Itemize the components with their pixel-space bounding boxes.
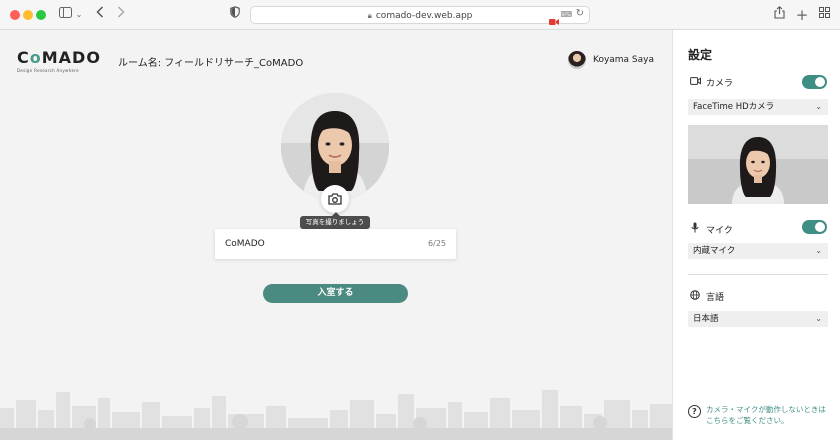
enter-room-button[interactable]: 入室する bbox=[263, 284, 408, 303]
mic-label: マイク bbox=[706, 225, 733, 236]
close-window-button[interactable] bbox=[10, 10, 20, 20]
chevron-down-icon: ⌄ bbox=[815, 246, 822, 255]
url-text: comado-dev.web.app bbox=[375, 11, 473, 21]
language-select[interactable]: 日本語 ⌄ bbox=[688, 311, 828, 327]
question-circle-icon: ? bbox=[688, 405, 701, 418]
camera-toggle-knob bbox=[815, 77, 825, 87]
globe-icon bbox=[688, 290, 702, 303]
help-text: カメラ・マイクが動作しないときはこちらをご覧ください。 bbox=[706, 405, 826, 425]
city-skyline-illustration bbox=[0, 390, 672, 440]
mic-toggle[interactable] bbox=[802, 220, 827, 234]
camera-label: カメラ bbox=[706, 79, 734, 89]
new-tab-icon[interactable]: + bbox=[795, 6, 809, 24]
camera-preview bbox=[688, 125, 828, 204]
help-link[interactable]: ? カメラ・マイクが動作しないときはこちらをご覧ください。 bbox=[688, 404, 833, 426]
tab-overview-icon[interactable] bbox=[817, 6, 831, 24]
microphone-icon bbox=[688, 222, 702, 236]
video-camera-icon bbox=[688, 77, 702, 88]
character-counter: 6/25 bbox=[428, 239, 446, 248]
language-label: 言語 bbox=[706, 293, 725, 303]
avatar bbox=[567, 51, 586, 69]
user-profile[interactable]: Koyama Saya bbox=[567, 50, 654, 70]
language-row: 言語 bbox=[688, 290, 724, 303]
zoom-window-button[interactable] bbox=[36, 10, 46, 20]
reload-icon[interactable]: ↻ bbox=[576, 8, 584, 19]
shield-icon[interactable] bbox=[228, 6, 242, 24]
browser-toolbar: ⌄ 🔒︎ comado-dev.web.app ⌨ ↻ + bbox=[0, 0, 840, 30]
chevron-down-icon: ⌄ bbox=[815, 102, 822, 111]
chevron-down-icon: ⌄ bbox=[815, 314, 822, 323]
comado-logo: CoMADO Design Research Anywhere bbox=[17, 48, 101, 73]
camera-active-icon[interactable] bbox=[549, 11, 559, 30]
logo-letter-c: C bbox=[17, 48, 30, 67]
mic-toggle-knob bbox=[815, 222, 825, 232]
lock-icon: 🔒︎ bbox=[367, 11, 372, 20]
display-name-value: CoMADO bbox=[225, 239, 265, 249]
user-name: Koyama Saya bbox=[592, 55, 654, 65]
logo-subtitle: Design Research Anywhere bbox=[17, 68, 79, 73]
address-bar[interactable]: 🔒︎ comado-dev.web.app ⌨ ↻ bbox=[250, 6, 590, 25]
take-photo-button[interactable] bbox=[321, 185, 349, 213]
mic-row: マイク bbox=[688, 222, 733, 236]
mic-device: 内蔵マイク bbox=[693, 246, 736, 256]
back-button[interactable] bbox=[94, 6, 106, 24]
share-icon[interactable] bbox=[772, 6, 786, 24]
mic-select[interactable]: 内蔵マイク ⌄ bbox=[688, 243, 828, 259]
main-area: CoMADO Design Research Anywhere ルーム名: フィ… bbox=[0, 30, 672, 440]
sidebar-toggle-icon[interactable] bbox=[57, 6, 73, 24]
camera-toggle[interactable] bbox=[802, 75, 827, 89]
settings-title: 設定 bbox=[688, 48, 713, 62]
minimize-window-button[interactable] bbox=[23, 10, 33, 20]
translate-icon[interactable]: ⌨ bbox=[560, 10, 572, 19]
settings-panel: 設定 カメラ FaceTime HDカメラ ⌄ マイク 内蔵マイク ⌄ 言語 日… bbox=[672, 30, 840, 440]
room-name: ルーム名: フィールドリサーチ_CoMADO bbox=[118, 58, 304, 69]
camera-icon bbox=[328, 193, 342, 205]
display-name-field[interactable]: CoMADO 6/25 bbox=[215, 229, 456, 259]
language-value: 日本語 bbox=[693, 314, 719, 324]
divider bbox=[688, 274, 828, 275]
chevron-down-icon[interactable]: ⌄ bbox=[74, 6, 84, 24]
camera-select[interactable]: FaceTime HDカメラ ⌄ bbox=[688, 99, 828, 115]
logo-letter-o: o bbox=[29, 48, 42, 67]
logo-letters-mado: MADO bbox=[41, 48, 101, 67]
camera-device: FaceTime HDカメラ bbox=[693, 102, 775, 112]
camera-row: カメラ bbox=[688, 76, 733, 89]
photo-tooltip: 写真を撮りましょう bbox=[300, 212, 370, 229]
forward-button[interactable] bbox=[115, 6, 127, 24]
